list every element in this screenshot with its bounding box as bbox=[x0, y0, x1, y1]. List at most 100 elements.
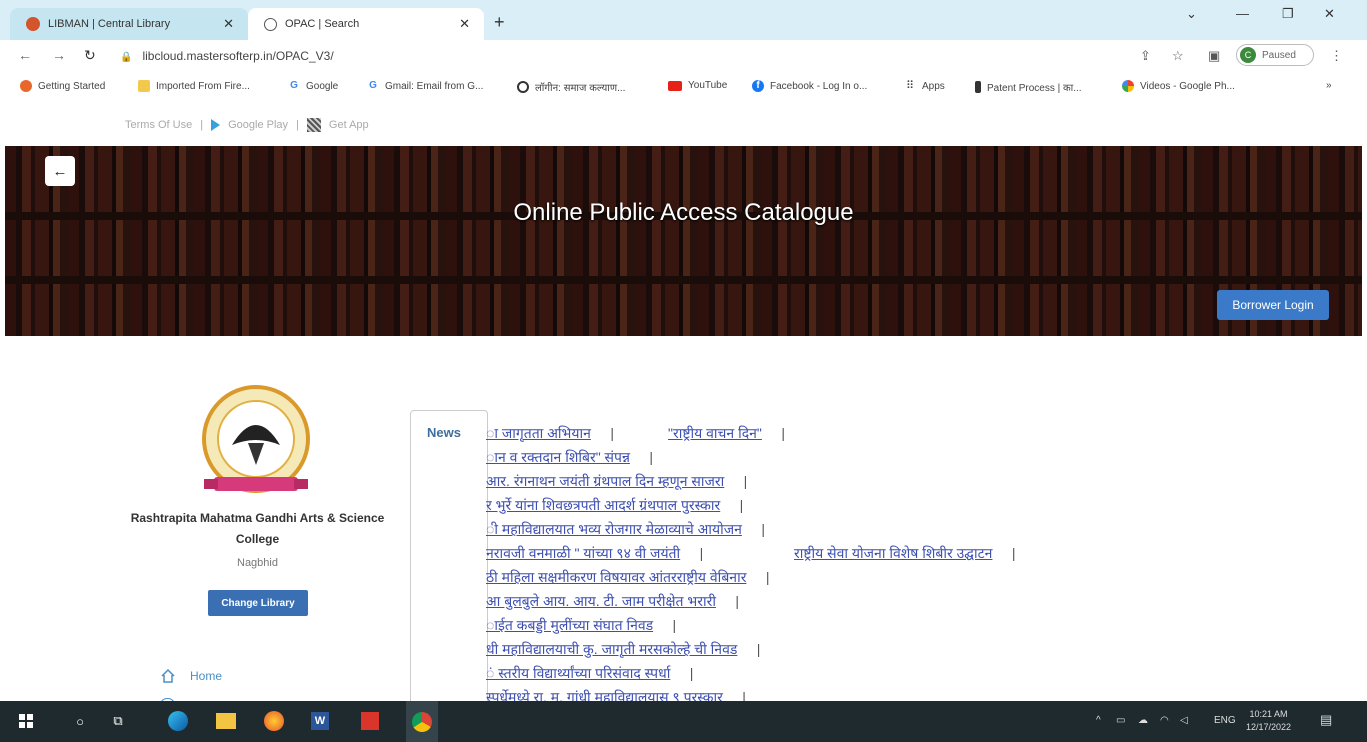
url-text: libcloud.mastersofterp.in/OPAC_V3/ bbox=[142, 49, 334, 63]
search-icon[interactable]: ○ bbox=[68, 709, 92, 733]
news-link[interactable]: नरावजी वनमाळी " यांच्या ९४ वी जयंती bbox=[486, 545, 680, 561]
globe-icon bbox=[264, 17, 277, 31]
bookmark-apps[interactable]: ⠿ Apps bbox=[904, 80, 945, 92]
college-logo bbox=[202, 385, 310, 493]
cloud-icon: ☁ bbox=[1138, 715, 1148, 726]
news-item[interactable]: र भुर्रे यांना शिवछत्रपती आदर्श ग्रंथपाल… bbox=[486, 496, 743, 515]
news-item[interactable]: आर. रंगनाथन जयंती ग्रंथपाल दिन म्हणून सा… bbox=[486, 472, 747, 491]
more-bookmarks-icon[interactable]: » bbox=[1326, 80, 1332, 91]
windows-start-icon[interactable] bbox=[14, 709, 38, 733]
close-icon[interactable]: ✕ bbox=[223, 16, 234, 32]
borrower-login-button[interactable]: Borrower Login bbox=[1217, 290, 1329, 320]
sidebar-item-home[interactable]: Home bbox=[160, 668, 222, 684]
reload-icon[interactable]: ↻ bbox=[84, 47, 96, 64]
edge-icon[interactable] bbox=[166, 709, 190, 733]
tab-opac-search[interactable]: OPAC | Search ✕ bbox=[248, 8, 484, 40]
back-button[interactable]: ← bbox=[45, 156, 75, 186]
folder-icon bbox=[138, 80, 150, 92]
news-link[interactable]: र भुर्रे यांना शिवछत्रपती आदर्श ग्रंथपाल… bbox=[486, 497, 720, 513]
news-link[interactable]: राष्ट्रीय सेवा योजना विशेष शिबीर उद्घाटन bbox=[794, 545, 992, 561]
profile-button[interactable]: C Paused bbox=[1236, 44, 1314, 66]
bookmark-youtube[interactable]: YouTube bbox=[668, 80, 727, 91]
bookmark-google[interactable]: G Google bbox=[288, 80, 338, 92]
bookmark-patent[interactable]: Patent Process | का... bbox=[975, 80, 1082, 94]
news-link[interactable]: ाईत कबड्डी मुलींच्या संघात निवड bbox=[486, 617, 653, 633]
news-link[interactable]: धी महाविद्यालयाची कु. जागृती मरसकोल्हे च… bbox=[486, 641, 737, 657]
tab-strip: LIBMAN | Central Library ✕ OPAC | Search… bbox=[0, 0, 1367, 40]
news-item[interactable]: धी महाविद्यालयाची कु. जागृती मरसकोल्हे च… bbox=[486, 640, 760, 659]
task-view-icon[interactable]: ⧉ bbox=[106, 709, 130, 733]
lock-icon: 🔒 bbox=[120, 52, 133, 63]
news-link[interactable]: ा जागृतता अभियान bbox=[486, 425, 591, 441]
speaker-icon[interactable]: ◁ bbox=[1180, 715, 1188, 726]
change-library-button[interactable]: Change Library bbox=[208, 590, 308, 616]
news-item[interactable]: ा जागृतता अभियान | bbox=[486, 424, 614, 443]
clock-date: 12/17/2022 bbox=[1246, 722, 1292, 732]
bookmark-gmail[interactable]: G Gmail: Email from G... bbox=[367, 80, 483, 92]
news-item[interactable]: ाईत कबड्डी मुलींच्या संघात निवड | bbox=[486, 616, 676, 635]
back-arrow-icon[interactable]: ← bbox=[18, 47, 32, 63]
firefox-icon bbox=[20, 80, 32, 92]
chevron-up-icon[interactable]: ^ bbox=[1096, 715, 1101, 726]
news-link[interactable]: ी महाविद्यालयात भव्य रोजगार मेळाव्याचे आ… bbox=[486, 521, 742, 537]
avatar: C bbox=[1240, 47, 1256, 63]
battery-icon: ▭ bbox=[1116, 715, 1126, 726]
news-separator: | bbox=[746, 569, 770, 585]
news-item[interactable]: राष्ट्रीय सेवा योजना विशेष शिबीर उद्घाटन… bbox=[794, 544, 1016, 563]
tab-libman[interactable]: LIBMAN | Central Library ✕ bbox=[10, 8, 248, 40]
chrome-taskbar-icon[interactable] bbox=[406, 701, 438, 742]
news-link[interactable]: आ बुलबुले आय. आय. टी. जाम परीक्षेत भरारी bbox=[486, 593, 716, 609]
clock[interactable]: 10:21 AM 12/17/2022 bbox=[1246, 708, 1291, 734]
forward-arrow-icon[interactable]: → bbox=[52, 47, 66, 63]
library-banner bbox=[5, 146, 1362, 336]
acrobat-icon[interactable] bbox=[358, 709, 382, 733]
bookmark-imported[interactable]: Imported From Fire... bbox=[138, 80, 250, 92]
news-item[interactable]: ं स्तरीय विद्यार्थ्यांच्या परिसंवाद स्पर… bbox=[486, 664, 693, 683]
sidepanel-icon[interactable]: ▣ bbox=[1208, 48, 1220, 64]
news-link[interactable]: ठी महिला सक्षमीकरण विषयावर आंतरराष्ट्रीय… bbox=[486, 569, 746, 585]
news-separator: | bbox=[741, 521, 765, 537]
bookmark-samaj-kalyan[interactable]: लॉगीन: समाज कल्याण... bbox=[517, 80, 625, 94]
minimize-icon[interactable]: — bbox=[1236, 6, 1249, 21]
bookmark-google-photos[interactable]: Videos - Google Ph... bbox=[1122, 80, 1235, 92]
address-bar[interactable]: 🔒 libcloud.mastersofterp.in/OPAC_V3/ bbox=[120, 49, 334, 63]
news-link[interactable]: ान व रक्तदान शिबिर" संपन्न bbox=[486, 449, 630, 465]
qr-code-icon bbox=[306, 118, 321, 132]
news-separator: | bbox=[670, 665, 694, 681]
news-tab[interactable]: News bbox=[427, 425, 461, 440]
file-explorer-icon[interactable] bbox=[214, 709, 238, 733]
window-close-icon[interactable]: ✕ bbox=[1324, 6, 1335, 22]
word-icon[interactable]: W bbox=[308, 709, 332, 733]
windows-taskbar: ○ ⧉ W ^ ▭ ☁ ◠ ◁ ENG 10:21 AM 12/17/2022 … bbox=[0, 701, 1367, 742]
new-tab-icon[interactable]: + bbox=[494, 12, 505, 33]
patent-icon bbox=[975, 81, 981, 93]
wifi-icon[interactable]: ◠ bbox=[1160, 715, 1169, 726]
news-item[interactable]: आ बुलबुले आय. आय. टी. जाम परीक्षेत भरारी… bbox=[486, 592, 739, 611]
news-item[interactable]: ठी महिला सक्षमीकरण विषयावर आंतरराष्ट्रीय… bbox=[486, 568, 770, 587]
maximize-icon[interactable]: ❐ bbox=[1282, 6, 1294, 22]
news-link[interactable]: ं स्तरीय विद्यार्थ्यांच्या परिसंवाद स्पर… bbox=[486, 665, 670, 681]
news-item[interactable]: "राष्ट्रीय वाचन दिन" | bbox=[668, 424, 785, 443]
bookmark-getting-started[interactable]: Getting Started bbox=[20, 80, 105, 92]
close-icon[interactable]: ✕ bbox=[459, 16, 470, 32]
kebab-menu-icon[interactable]: ⋮ bbox=[1330, 48, 1343, 64]
facebook-icon: f bbox=[752, 80, 764, 92]
news-item[interactable]: ान व रक्तदान शिबिर" संपन्न | bbox=[486, 448, 653, 467]
news-link[interactable]: आर. रंगनाथन जयंती ग्रंथपाल दिन म्हणून सा… bbox=[486, 473, 724, 489]
terms-link[interactable]: Terms Of Use bbox=[125, 119, 192, 131]
youtube-icon bbox=[668, 80, 682, 91]
chevron-down-icon[interactable]: ⌄ bbox=[1186, 6, 1197, 22]
star-icon[interactable]: ☆ bbox=[1172, 48, 1184, 64]
news-link[interactable]: "राष्ट्रीय वाचन दिन" bbox=[668, 425, 762, 441]
google-play-link[interactable]: Google Play bbox=[228, 119, 288, 131]
language-indicator[interactable]: ENG bbox=[1214, 715, 1236, 726]
share-icon[interactable]: ⇪ bbox=[1140, 48, 1151, 64]
google-icon: G bbox=[290, 80, 298, 91]
get-app-link[interactable]: Get App bbox=[329, 119, 369, 131]
news-item[interactable]: ी महाविद्यालयात भव्य रोजगार मेळाव्याचे आ… bbox=[486, 520, 765, 539]
firefox-icon[interactable] bbox=[262, 709, 286, 733]
tab-label: LIBMAN | Central Library bbox=[48, 18, 171, 30]
bookmark-facebook[interactable]: f Facebook - Log In o... bbox=[752, 80, 867, 92]
news-item[interactable]: नरावजी वनमाळी " यांच्या ९४ वी जयंती | bbox=[486, 544, 703, 563]
notification-icon[interactable]: ▤ bbox=[1320, 712, 1332, 728]
